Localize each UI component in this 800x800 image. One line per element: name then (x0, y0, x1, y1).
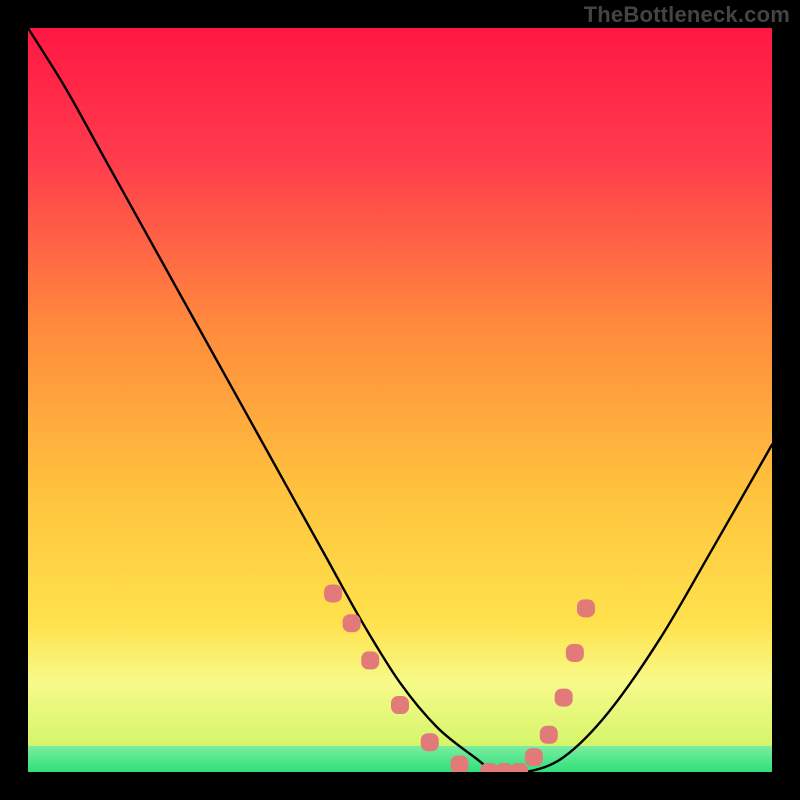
highlight-marker (421, 733, 439, 751)
watermark-text: TheBottleneck.com (584, 2, 790, 28)
highlight-marker (566, 644, 584, 662)
highlight-marker (555, 689, 573, 707)
chart-svg (28, 28, 772, 772)
chart-frame: TheBottleneck.com (0, 0, 800, 800)
highlight-marker (391, 696, 409, 714)
green-band (28, 746, 772, 772)
highlight-marker (577, 599, 595, 617)
highlight-marker (361, 651, 379, 669)
plot-area (28, 28, 772, 772)
highlight-marker (525, 748, 543, 766)
lime-band (28, 683, 772, 746)
highlight-marker (324, 584, 342, 602)
highlight-marker (343, 614, 361, 632)
highlight-marker (540, 726, 558, 744)
gradient-background (28, 28, 772, 772)
highlight-marker (451, 756, 469, 772)
